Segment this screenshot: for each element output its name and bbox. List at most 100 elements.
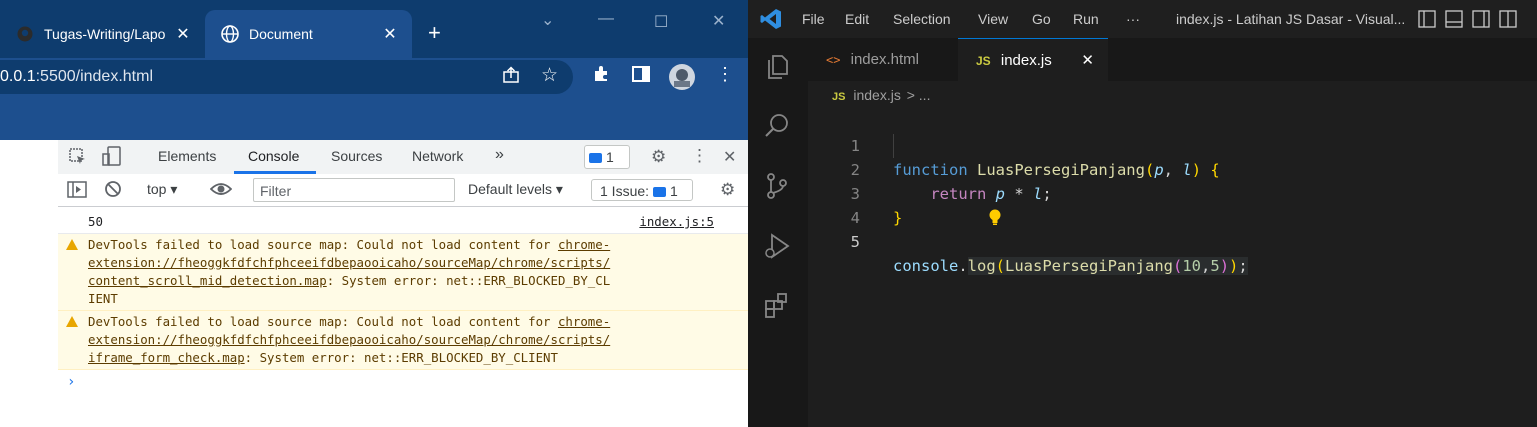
more-tabs-button[interactable]: » <box>495 146 504 164</box>
toggle-sidebar-icon[interactable] <box>1418 10 1436 31</box>
console-warning-row: DevTools failed to load source map: Coul… <box>58 311 748 370</box>
context-selector[interactable]: top ▾ <box>147 181 177 198</box>
warning-line: DevTools failed to load source map: Coul… <box>88 314 611 329</box>
source-map-link[interactable]: content_scroll_mid_detection.map <box>88 273 327 288</box>
js-file-icon: JS <box>976 54 991 68</box>
browser-tab-document[interactable]: Document ✕ <box>205 10 412 58</box>
console-settings-gear-icon[interactable]: ⚙ <box>720 180 735 200</box>
code-line: 4 <box>808 182 1001 227</box>
source-map-link[interactable]: extension://fheoggkfdfchfphceeifdbepaooi… <box>88 332 610 347</box>
bookmark-star-icon[interactable]: ☆ <box>541 64 558 87</box>
devtools-more-icon[interactable]: ⋮ <box>691 146 708 166</box>
close-tab-button[interactable]: ✕ <box>380 24 400 44</box>
extensions-icon[interactable] <box>762 291 792 321</box>
device-toolbar-icon[interactable] <box>102 146 122 169</box>
inspect-element-icon[interactable] <box>69 148 87 169</box>
source-map-link[interactable]: chrome- <box>558 237 610 252</box>
close-tab-icon[interactable]: ✕ <box>1081 39 1094 82</box>
log-levels-dropdown[interactable]: Default levels ▾ <box>468 181 563 198</box>
warning-line: DevTools failed to load source map: Coul… <box>88 237 611 252</box>
console-log-row: 50 index.js:5 <box>58 206 748 234</box>
html-file-icon: <> <box>826 53 841 67</box>
toggle-secondary-sidebar-icon[interactable] <box>1472 10 1490 31</box>
messages-badge[interactable]: 1 <box>584 145 630 169</box>
warning-line: iframe_form_check.map: System error: net… <box>88 350 558 365</box>
tab-index-html[interactable]: <> index.html <box>808 38 959 81</box>
menu-more[interactable]: ··· <box>1126 11 1140 27</box>
extensions-icon[interactable] <box>592 65 610 88</box>
indent-guide <box>893 134 894 158</box>
source-map-link[interactable]: chrome- <box>558 314 610 329</box>
menu-run[interactable]: Run <box>1073 11 1099 27</box>
tab-console[interactable]: Console <box>248 148 299 164</box>
breadcrumb-more[interactable]: > ... <box>907 87 931 103</box>
devtools-tabbar: Elements Console Sources Network » 1 ⚙ ⋮… <box>58 140 748 175</box>
code-line: 3 } <box>808 158 903 227</box>
menu-edit[interactable]: Edit <box>845 11 869 27</box>
menu-go[interactable]: Go <box>1032 11 1051 27</box>
new-tab-button[interactable]: + <box>428 20 441 46</box>
toggle-panel-icon[interactable] <box>1445 10 1463 31</box>
close-tab-button[interactable]: ✕ <box>173 24 193 44</box>
share-icon[interactable] <box>502 66 520 89</box>
search-icon[interactable] <box>762 111 792 141</box>
lightbulb-icon[interactable] <box>896 185 1001 257</box>
browser-tabstrip: Tugas-Writing/Lapo ✕ Document ✕ + ⌄ — ☐ … <box>0 0 748 58</box>
close-window-icon[interactable]: ✕ <box>712 11 725 31</box>
customize-layout-icon[interactable] <box>1499 10 1517 31</box>
close-devtools-icon[interactable]: ✕ <box>723 147 736 167</box>
devtools-panel: Elements Console Sources Network » 1 ⚙ ⋮… <box>58 140 748 390</box>
globe-icon <box>221 25 239 43</box>
more-menu-icon[interactable]: ⋮ <box>716 64 734 85</box>
code-line: 2 return p * l; <box>808 134 1052 203</box>
side-panel-icon[interactable] <box>632 66 650 87</box>
address-bar[interactable]: 0.0.1:5500/index.html <box>0 60 573 94</box>
console-output: 50 index.js:5 DevTools failed to load so… <box>58 206 748 397</box>
breadcrumb-file[interactable]: index.js <box>853 87 900 103</box>
show-sidebar-icon[interactable] <box>67 181 87 201</box>
console-filter-input[interactable]: Filter <box>253 178 455 202</box>
code-line-current: 5 console.log(LuasPersegiPanjang(10,5)); <box>808 206 1248 275</box>
page-header-band <box>0 96 748 140</box>
avatar[interactable] <box>668 63 696 96</box>
tab-sources[interactable]: Sources <box>331 148 382 164</box>
run-debug-icon[interactable] <box>762 231 792 261</box>
console-prompt-icon: › <box>67 374 76 390</box>
warning-message: DevTools failed to load source map: Coul… <box>88 234 718 310</box>
source-control-icon[interactable] <box>762 171 792 201</box>
minimize-icon[interactable]: — <box>598 10 614 28</box>
tab-elements[interactable]: Elements <box>158 148 216 164</box>
source-map-link[interactable]: extension://fheoggkfdfchfphceeifdbepaooi… <box>88 255 610 270</box>
warning-line: extension://fheoggkfdfchfphceeifdbepaooi… <box>88 331 718 349</box>
code-editor[interactable]: JS index.js > ... 1 function LuasPersegi… <box>808 81 1537 427</box>
console-toolbar: top ▾ Filter Default levels ▾ 1 Issue: 1 … <box>58 174 748 207</box>
url-path: :5500/index.html <box>35 68 153 85</box>
vscode-window: File Edit Selection View Go Run ··· inde… <box>748 0 1537 427</box>
settings-gear-icon[interactable]: ⚙ <box>651 147 666 167</box>
source-map-link[interactable]: iframe_form_check.map <box>88 350 245 365</box>
source-link[interactable]: index.js:5 <box>639 214 714 229</box>
tab-network[interactable]: Network <box>412 148 463 164</box>
warning-line: extension://fheoggkfdfchfphceeifdbepaooi… <box>88 254 718 272</box>
issues-badge[interactable]: 1 Issue: 1 <box>591 179 693 201</box>
menu-view[interactable]: View <box>978 11 1008 27</box>
js-file-icon: JS <box>832 91 846 103</box>
vscode-titlebar: File Edit Selection View Go Run ··· inde… <box>748 0 1537 38</box>
github-icon <box>16 25 34 43</box>
activity-bar <box>748 38 808 427</box>
browser-tab-github[interactable]: Tugas-Writing/Lapo ✕ <box>0 10 205 58</box>
clear-console-icon[interactable] <box>104 180 122 201</box>
chevron-down-icon[interactable]: ⌄ <box>541 10 554 30</box>
menu-file[interactable]: File <box>802 11 825 27</box>
line-number: 5 <box>850 233 860 251</box>
tab-title: Tugas-Writing/Lapo <box>44 26 166 42</box>
log-value: 50 <box>88 214 103 229</box>
warning-line: IENT <box>88 291 118 306</box>
console-prompt-row[interactable]: › <box>58 370 748 397</box>
maximize-icon[interactable]: ☐ <box>654 12 668 32</box>
explorer-icon[interactable] <box>762 52 792 82</box>
live-expression-eye-icon[interactable] <box>209 179 233 204</box>
console-warning-row: DevTools failed to load source map: Coul… <box>58 234 748 311</box>
tab-index-js[interactable]: JS index.js ✕ <box>958 38 1108 81</box>
menu-selection[interactable]: Selection <box>893 11 951 27</box>
